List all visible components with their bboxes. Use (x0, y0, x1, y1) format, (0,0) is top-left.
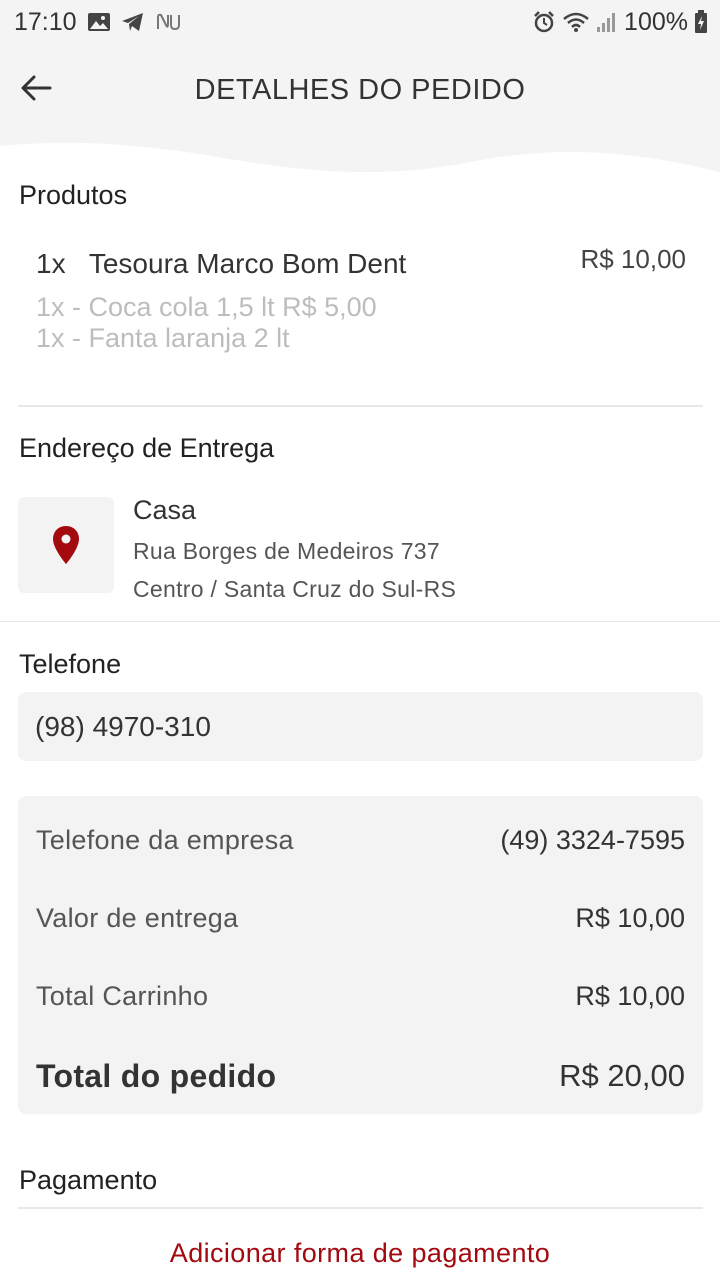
status-bar: 17:10 100% (0, 0, 720, 44)
divider (18, 405, 703, 407)
page-header: DETALHES DO PEDIDO (0, 44, 720, 174)
company-phone-label: Telefone da empresa (36, 824, 294, 855)
wifi-icon (562, 11, 590, 33)
divider (0, 621, 720, 622)
phone-label: Telefone (19, 649, 122, 679)
delivery-fee-row: Valor de entrega R$ 10,00 (36, 898, 685, 938)
company-phone-value[interactable]: (49) 3324-7595 (500, 825, 685, 856)
company-phone-row: Telefone da empresa (49) 3324-7595 (36, 820, 685, 860)
cart-total-row: Total Carrinho R$ 10,00 (36, 976, 685, 1016)
address-street: Rua Borges de Medeiros 737 (133, 538, 440, 564)
phone-field[interactable] (18, 692, 703, 761)
address-pin-box (18, 497, 114, 593)
add-payment-method-button[interactable]: Adicionar forma de pagamento (0, 1238, 720, 1269)
product-addon: 1x - Fanta laranja 2 lt (36, 323, 290, 353)
order-total-label: Total do pedido (36, 1057, 277, 1094)
delivery-fee-value: R$ 10,00 (575, 902, 685, 933)
status-right: 100% (532, 8, 708, 37)
product-price: R$ 10,00 (580, 244, 686, 274)
product-addon: 1x - Coca cola 1,5 lt R$ 5,00 (36, 292, 377, 322)
order-total-row: Total do pedido R$ 20,00 (36, 1054, 685, 1098)
divider (18, 1207, 703, 1209)
nubank-icon (155, 11, 183, 33)
product-item: 1x Tesoura Marco Bom Dent R$ 10,00 (36, 244, 686, 280)
status-time: 17:10 (14, 7, 77, 36)
page-title: DETALHES DO PEDIDO (194, 74, 526, 106)
product-qty: 1x (36, 248, 66, 279)
status-left: 17:10 (14, 8, 183, 37)
order-total-value: R$ 20,00 (559, 1058, 685, 1093)
telegram-icon (121, 11, 145, 33)
signal-icon (596, 11, 618, 33)
alarm-icon (532, 10, 556, 34)
phone-input[interactable] (35, 710, 686, 743)
battery-percent: 100% (624, 7, 688, 36)
order-summary-card: Telefone da empresa (49) 3324-7595 Valor… (18, 796, 703, 1114)
map-pin-icon (53, 526, 79, 564)
product-name: Tesoura Marco Bom Dent (88, 248, 407, 279)
payment-section-title: Pagamento (19, 1165, 158, 1195)
battery-charging-icon (694, 10, 708, 34)
address-city: Centro / Santa Cruz do Sul-RS (133, 576, 457, 602)
image-icon (87, 11, 111, 33)
cart-total-label: Total Carrinho (36, 980, 209, 1011)
product-name-row: 1x Tesoura Marco Bom Dent (36, 248, 406, 280)
address-section-title: Endereço de Entrega (19, 433, 275, 463)
products-section-title: Produtos (19, 180, 128, 210)
header-wave-background (0, 44, 720, 173)
delivery-fee-label: Valor de entrega (36, 902, 239, 933)
address-name: Casa (133, 495, 197, 525)
cart-total-value: R$ 10,00 (575, 980, 685, 1011)
